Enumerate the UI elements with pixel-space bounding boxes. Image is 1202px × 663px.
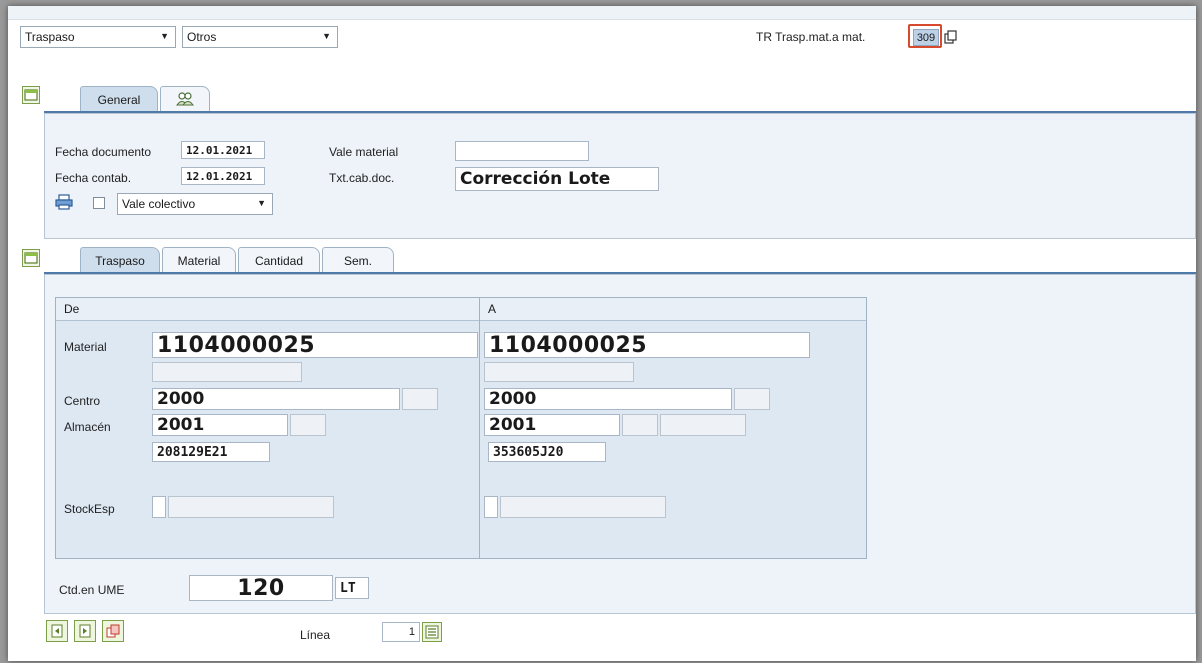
- tab-traspaso[interactable]: Traspaso: [80, 247, 160, 274]
- vale-material-label: Vale material: [329, 145, 399, 159]
- from-group: De Material 1104000025 Centro 2000 Almac…: [55, 297, 481, 559]
- to-almacen-desc: [622, 414, 658, 436]
- linea-field[interactable]: 1: [382, 622, 420, 642]
- material-label: Material: [64, 340, 107, 354]
- to-stockesp-field: [500, 496, 666, 518]
- quantity-field[interactable]: 120: [189, 575, 333, 601]
- to-material-desc: [484, 362, 634, 382]
- to-almacen-extra: [660, 414, 746, 436]
- printer-icon[interactable]: [55, 194, 73, 212]
- tab-material[interactable]: Material: [162, 247, 236, 274]
- expand-header-icon[interactable]: [22, 86, 40, 104]
- quantity-label: Ctd.en UME: [59, 583, 125, 597]
- vale-select[interactable]: Vale colectivo ▼: [117, 193, 273, 215]
- from-centro-field[interactable]: 2000: [152, 388, 400, 410]
- reference-combo-value: Otros: [187, 30, 217, 44]
- tab-sem-label: Sem.: [343, 254, 372, 268]
- movement-type-highlight: 309: [908, 24, 942, 48]
- tab-cantidad[interactable]: Cantidad: [238, 247, 320, 274]
- from-lote-field[interactable]: 208129E21: [152, 442, 270, 462]
- top-bar: [8, 6, 1196, 20]
- to-group-header: A: [480, 298, 866, 321]
- centro-label: Centro: [64, 394, 101, 408]
- fecha-documento-field[interactable]: 12.01.2021: [181, 141, 265, 159]
- from-group-header: De: [56, 298, 480, 321]
- transaction-combo-value: Traspaso: [25, 30, 75, 44]
- chevron-down-icon: ▼: [257, 198, 266, 208]
- linea-label: Línea: [300, 628, 331, 642]
- fecha-contab-label: Fecha contab.: [55, 171, 132, 185]
- tab-partners[interactable]: [160, 86, 210, 113]
- next-item-button[interactable]: [74, 620, 96, 642]
- tab-cantidad-label: Cantidad: [254, 254, 304, 268]
- item-panel: De Material 1104000025 Centro 2000 Almac…: [44, 274, 1196, 614]
- reference-combo[interactable]: Otros ▼: [182, 26, 338, 48]
- tab-sem[interactable]: Sem.: [322, 247, 394, 274]
- fecha-contab-field[interactable]: 12.01.2021: [181, 167, 265, 185]
- from-almacen-field[interactable]: 2001: [152, 414, 288, 436]
- almacen-label: Almacén: [64, 420, 111, 434]
- position-item-button[interactable]: [422, 622, 442, 642]
- from-stockesp-indicator[interactable]: [152, 496, 166, 518]
- from-centro-desc: [402, 388, 438, 410]
- to-group: A 1104000025 2000 2001 353605J20: [479, 297, 867, 559]
- item-tabstrip: Traspaso Material Cantidad Sem.: [66, 247, 396, 274]
- vale-material-field[interactable]: [455, 141, 589, 161]
- tab-traspaso-label: Traspaso: [95, 254, 145, 268]
- txt-cab-label: Txt.cab.doc.: [329, 171, 395, 185]
- general-panel: Fecha documento 12.01.2021 Fecha contab.…: [44, 113, 1196, 239]
- general-tabstrip: General: [66, 86, 216, 113]
- from-material-field[interactable]: 1104000025: [152, 332, 478, 358]
- to-lote-field[interactable]: 353605J20: [488, 442, 606, 462]
- expand-item-icon[interactable]: [22, 249, 40, 267]
- tab-material-label: Material: [177, 254, 221, 268]
- chevron-down-icon: ▼: [160, 31, 169, 41]
- movement-type-field[interactable]: 309: [913, 29, 939, 46]
- to-material-field[interactable]: 1104000025: [484, 332, 810, 358]
- sap-screen: Traspaso ▼ Otros ▼ TR Trasp.mat.a mat. 3…: [8, 6, 1196, 661]
- fecha-documento-label: Fecha documento: [55, 145, 152, 159]
- from-header-label: De: [64, 302, 80, 316]
- users-icon: [176, 91, 194, 109]
- unit-field[interactable]: LT: [335, 577, 369, 599]
- stockesp-label: StockEsp: [64, 502, 115, 516]
- movement-label: TR Trasp.mat.a mat.: [756, 30, 866, 44]
- footer-buttons: [46, 620, 124, 642]
- from-almacen-desc: [290, 414, 326, 436]
- previous-item-button[interactable]: [46, 620, 68, 642]
- to-centro-desc: [734, 388, 770, 410]
- to-almacen-field[interactable]: 2001: [484, 414, 620, 436]
- txt-cab-field[interactable]: Corrección Lote: [455, 167, 659, 191]
- from-stockesp-field: [168, 496, 334, 518]
- transaction-combo[interactable]: Traspaso ▼: [20, 26, 176, 48]
- from-material-desc: [152, 362, 302, 382]
- tab-general-label: General: [97, 93, 141, 107]
- copy-icon[interactable]: [944, 30, 958, 44]
- to-centro-field[interactable]: 2000: [484, 388, 732, 410]
- to-header-label: A: [488, 302, 497, 316]
- vale-select-value: Vale colectivo: [122, 197, 196, 211]
- to-stockesp-indicator[interactable]: [484, 496, 498, 518]
- print-checkbox[interactable]: [93, 197, 105, 209]
- chevron-down-icon: ▼: [322, 31, 331, 41]
- copy-item-button[interactable]: [102, 620, 124, 642]
- tab-general[interactable]: General: [80, 86, 158, 113]
